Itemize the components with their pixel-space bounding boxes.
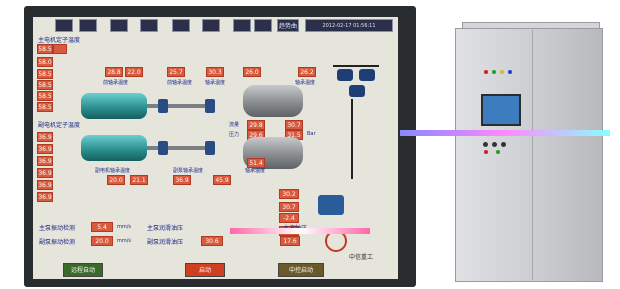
sub-stator-temp-6: 36.9 <box>37 192 53 202</box>
hmi-screen: 趋势曲线 2012-02-17 01:56:11 主电机定子温度 58.5 58… <box>33 17 398 279</box>
lube-pump-1 <box>337 69 353 81</box>
main-motor-top <box>81 93 147 119</box>
coupling-bottom-2 <box>205 141 215 155</box>
coupling-top-1 <box>158 99 168 113</box>
cabinet-door-line <box>532 30 533 280</box>
bottom-value-2: 21.1 <box>130 175 148 185</box>
oil-pump-bottom-right <box>318 195 344 215</box>
bottom-label-2: 副泵轴承温度 <box>173 168 204 174</box>
indicator-light-2 <box>492 70 496 74</box>
start-button[interactable]: 启动 <box>185 263 225 277</box>
indicator-light-6 <box>496 150 500 154</box>
top-label-3: 轴承温度 <box>205 80 226 86</box>
control-knob-1 <box>483 142 488 147</box>
top-label-2: 前轴承温度 <box>167 80 193 86</box>
top-label-4: 轴承温度 <box>295 80 316 86</box>
control-knob-3 <box>501 142 506 147</box>
coupling-bottom-1 <box>158 141 168 155</box>
side-value-1: 30.2 <box>279 189 299 199</box>
sub-lube-pressure-label: 副泵润滑油压 <box>147 239 184 246</box>
stator-temp-6: 58.5 <box>37 91 53 101</box>
sub-pump-vibration-value: 20.0 <box>91 236 113 246</box>
toolbar-button-8[interactable] <box>254 19 272 32</box>
sub-stator-temp-4: 36.9 <box>37 168 53 178</box>
toolbar-button-2[interactable] <box>79 19 97 32</box>
glitch-strip-2 <box>230 228 370 234</box>
bottom-value-4: 45.9 <box>213 175 231 185</box>
top-value-4: 30.3 <box>206 67 224 77</box>
main-pump-vibration-label: 主泵振动检测 <box>39 225 76 232</box>
toolbar-button-5[interactable] <box>172 19 190 32</box>
top-value-6: 26.2 <box>298 67 316 77</box>
side-value-2: 30.7 <box>279 202 299 212</box>
sub-stator-temp-1: 36.9 <box>37 132 53 142</box>
toolbar-button-7[interactable] <box>233 19 251 32</box>
toolbar-button-4[interactable] <box>140 19 158 32</box>
lube-pump-3 <box>349 85 365 97</box>
toolbar-button-1[interactable] <box>55 19 73 32</box>
sub-pump-vibration-label: 副泵振动检测 <box>39 239 76 246</box>
sub-stator-temp-3: 36.9 <box>37 156 53 166</box>
bottom-value-1: 20.0 <box>107 175 125 185</box>
stator-temp-7: 58.5 <box>37 102 53 112</box>
main-motor-stator-temp-title: 主电机定子温度 <box>38 37 81 44</box>
pump-tank-top <box>243 85 303 117</box>
unit-bar-label: Bar <box>307 131 316 137</box>
toolbar-button-6[interactable] <box>202 19 220 32</box>
sub-motor-bottom <box>81 135 147 161</box>
pressure-label: 压力 <box>229 132 240 138</box>
stator-temp-1: 58.5 <box>37 44 53 54</box>
remote-auto-button[interactable]: 远程自动 <box>63 263 103 277</box>
water-axis-pressure-value: 17.6 <box>280 236 300 246</box>
indicator-light-3 <box>500 70 504 74</box>
lube-pump-2 <box>359 69 375 81</box>
top-label-1: 前轴承温度 <box>103 80 129 86</box>
top-value-2: 22.0 <box>125 67 143 77</box>
coupling-top-2 <box>205 99 215 113</box>
toolbar-button-trend[interactable]: 趋势曲线 <box>277 19 299 43</box>
shaft-bottom <box>147 146 207 150</box>
pipe-right-vertical <box>351 99 353 179</box>
sub-motor-stator-temp-title: 副电机定子温度 <box>38 122 81 129</box>
bottom-value-3: 36.9 <box>173 175 191 185</box>
main-lube-pressure-label: 主泵润滑油压 <box>147 225 184 232</box>
top-value-5: 26.0 <box>243 67 261 77</box>
mid-value-top-2: 30.7 <box>285 120 303 130</box>
toolbar-button-3[interactable] <box>110 19 128 32</box>
company-name: 中信重工 <box>349 254 374 261</box>
indicator-light-5 <box>484 150 488 154</box>
indicator-light-4 <box>508 70 512 74</box>
stator-temp-2 <box>53 44 67 54</box>
pipe-top-right <box>333 65 379 67</box>
stator-temp-3: 58.0 <box>37 57 53 67</box>
cabinet-hmi-screen <box>481 94 521 126</box>
glitch-strip-1 <box>400 130 610 136</box>
main-pump-vibration-unit: mm/s <box>117 224 132 230</box>
control-knob-2 <box>492 142 497 147</box>
bottom-label-1: 副电机轴承温度 <box>95 168 131 174</box>
stator-temp-5: 58.5 <box>37 80 53 90</box>
flow-label: 流量 <box>229 122 240 128</box>
indicator-light-1 <box>484 70 488 74</box>
stator-temp-4: 58.5 <box>37 69 53 79</box>
central-control-start-button[interactable]: 中控启动 <box>278 263 324 277</box>
datetime-display: 2012-02-17 01:56:11 <box>305 19 393 32</box>
top-value-1: 28.8 <box>105 67 123 77</box>
top-value-3: 25.7 <box>167 67 185 77</box>
sub-pump-vibration-unit: mm/s <box>117 238 132 244</box>
sub-lube-pressure-value: 30.6 <box>201 236 223 246</box>
mid-value-top-1: 29.8 <box>247 120 265 130</box>
bottom-value-5: 51.4 <box>247 158 265 168</box>
control-cabinet <box>455 28 603 282</box>
main-pump-vibration-value: 5.4 <box>91 222 113 232</box>
sub-stator-temp-2: 36.9 <box>37 144 53 154</box>
side-value-3: -2.4 <box>279 213 299 223</box>
sub-stator-temp-5: 36.9 <box>37 180 53 190</box>
shaft-top <box>147 104 207 108</box>
